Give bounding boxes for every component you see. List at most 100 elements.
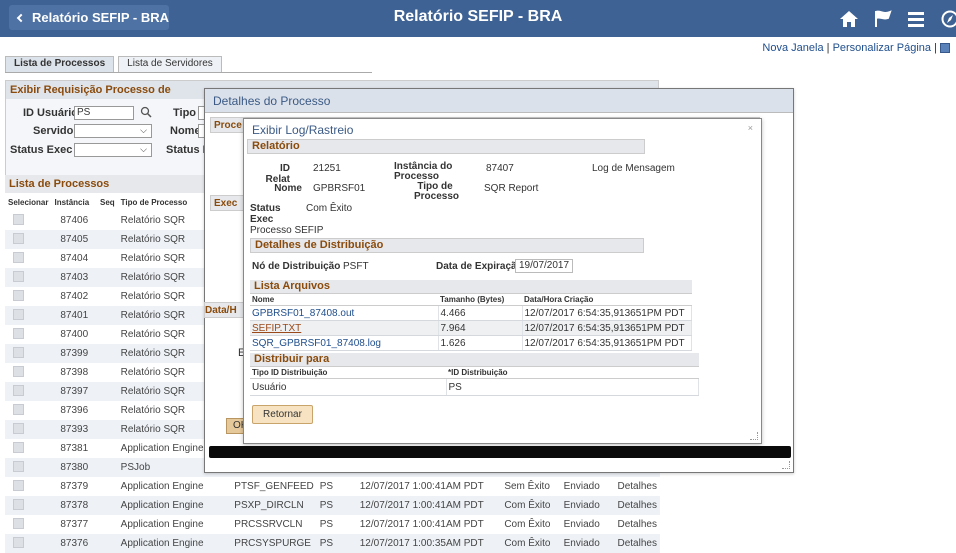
- select-checkbox[interactable]: [5, 306, 51, 325]
- select-checkbox[interactable]: [5, 515, 51, 534]
- nome-value: GPBRSF01: [313, 183, 365, 194]
- arquivos-table: Nome Tamanho (Bytes) Data/Hora Criação G…: [250, 294, 692, 351]
- col-seq[interactable]: Seq: [97, 193, 118, 211]
- seq-cell: [97, 306, 118, 325]
- instancia-cell: 87406: [51, 211, 97, 230]
- log-mensagem-link[interactable]: Log de Mensagem: [592, 163, 675, 174]
- close-icon[interactable]: ×: [748, 123, 753, 133]
- search-icon[interactable]: [140, 106, 152, 118]
- resize-grip[interactable]: [750, 432, 758, 440]
- retornar-button[interactable]: Retornar: [252, 405, 313, 424]
- seq-cell: [97, 211, 118, 230]
- tab-lista-servidores[interactable]: Lista de Servidores: [118, 56, 222, 72]
- select-checkbox[interactable]: [5, 249, 51, 268]
- checkbox[interactable]: [13, 385, 24, 396]
- checkbox[interactable]: [13, 518, 24, 529]
- tab-lista-processos[interactable]: Lista de Processos: [5, 56, 114, 72]
- servidor-select[interactable]: ⌵: [74, 124, 152, 138]
- select-checkbox[interactable]: [5, 325, 51, 344]
- file-name-link[interactable]: SEFIP.TXT: [250, 321, 438, 336]
- select-checkbox[interactable]: [5, 401, 51, 420]
- checkbox[interactable]: [13, 537, 24, 548]
- instancia-cell: 87376: [51, 534, 97, 553]
- process-list-title: Lista de Processos: [5, 175, 205, 193]
- select-checkbox[interactable]: [5, 534, 51, 553]
- detalhes-link[interactable]: Detalhes: [614, 515, 660, 534]
- nome-label: Nome: [170, 125, 201, 137]
- select-checkbox[interactable]: [5, 420, 51, 439]
- distribuicao-section-title: Detalhes de Distribuição: [250, 238, 644, 253]
- table-row: 87378Application EnginePSXP_DIRCLNPS12/0…: [5, 496, 660, 515]
- detalhes-link[interactable]: Detalhes: [614, 496, 660, 515]
- dist-cell: Enviado: [561, 477, 615, 496]
- seq-cell: [97, 515, 118, 534]
- dist-cell: Enviado: [561, 496, 615, 515]
- file-name-link[interactable]: SQR_GPBRSF01_87408.log: [250, 336, 438, 351]
- checkbox[interactable]: [13, 309, 24, 320]
- col-tipo-id: Tipo ID Distribuição: [250, 367, 446, 379]
- resize-grip[interactable]: [782, 461, 790, 469]
- distribuir-para-title: Distribuir para: [250, 353, 699, 367]
- checkbox[interactable]: [13, 404, 24, 415]
- select-checkbox[interactable]: [5, 344, 51, 363]
- seq-cell: [97, 458, 118, 477]
- select-checkbox[interactable]: [5, 287, 51, 306]
- select-checkbox[interactable]: [5, 211, 51, 230]
- col-instancia[interactable]: Instância: [51, 193, 97, 211]
- chevron-down-icon: ⌵: [140, 144, 147, 155]
- checkbox[interactable]: [13, 328, 24, 339]
- checkbox[interactable]: [13, 461, 24, 472]
- select-checkbox[interactable]: [5, 268, 51, 287]
- instancia-cell: 87398: [51, 363, 97, 382]
- checkbox[interactable]: [13, 423, 24, 434]
- lista-arquivos-title: Lista Arquivos: [250, 280, 692, 294]
- compass-icon[interactable]: [940, 10, 956, 28]
- data-cell: 12/07/2017 1:00:35AM PDT: [357, 534, 502, 553]
- page-icon[interactable]: [940, 43, 950, 53]
- status-exec-select[interactable]: ⌵: [74, 143, 152, 157]
- instancia-cell: 87378: [51, 496, 97, 515]
- tipo-cell: Application Engine: [118, 496, 232, 515]
- checkbox[interactable]: [13, 499, 24, 510]
- select-checkbox[interactable]: [5, 439, 51, 458]
- instancia-cell: 87404: [51, 249, 97, 268]
- nova-janela-link[interactable]: Nova Janela: [762, 42, 823, 54]
- detalhes-link[interactable]: Detalhes: [614, 534, 660, 553]
- id-usuario-input[interactable]: PS: [74, 106, 134, 120]
- menu-icon[interactable]: [906, 10, 926, 28]
- detalhes-link[interactable]: Detalhes: [614, 477, 660, 496]
- nome-label: Nome: [262, 183, 302, 194]
- col-selecionar[interactable]: Selecionar: [5, 193, 51, 211]
- select-checkbox[interactable]: [5, 458, 51, 477]
- instancia-cell: 87405: [51, 230, 97, 249]
- checkbox[interactable]: [13, 214, 24, 225]
- flag-icon[interactable]: [873, 10, 893, 28]
- no-distribuicao-label: Nó de Distribuição: [252, 261, 340, 272]
- home-icon[interactable]: [839, 10, 859, 28]
- nome-cell: PTSF_GENFEED: [231, 477, 316, 496]
- usuario-cell: PS: [317, 515, 357, 534]
- personalizar-pagina-link[interactable]: Personalizar Página: [833, 42, 931, 54]
- seq-cell: [97, 496, 118, 515]
- tipo-cell: Application Engine: [118, 477, 232, 496]
- seq-cell: [97, 439, 118, 458]
- select-checkbox[interactable]: [5, 230, 51, 249]
- usuario-cell: PS: [317, 496, 357, 515]
- checkbox[interactable]: [13, 480, 24, 491]
- checkbox[interactable]: [13, 347, 24, 358]
- checkbox[interactable]: [13, 366, 24, 377]
- checkbox[interactable]: [13, 233, 24, 244]
- select-checkbox[interactable]: [5, 496, 51, 515]
- checkbox[interactable]: [13, 290, 24, 301]
- select-checkbox[interactable]: [5, 382, 51, 401]
- select-checkbox[interactable]: [5, 477, 51, 496]
- seq-cell: [97, 287, 118, 306]
- status-cell: Com Êxito: [501, 534, 560, 553]
- checkbox[interactable]: [13, 442, 24, 453]
- horizontal-scrollbar[interactable]: [209, 446, 791, 458]
- select-checkbox[interactable]: [5, 363, 51, 382]
- checkbox[interactable]: [13, 252, 24, 263]
- nome-cell: PSXP_DIRCLN: [231, 496, 316, 515]
- file-name-link[interactable]: GPBRSF01_87408.out: [250, 306, 438, 321]
- checkbox[interactable]: [13, 271, 24, 282]
